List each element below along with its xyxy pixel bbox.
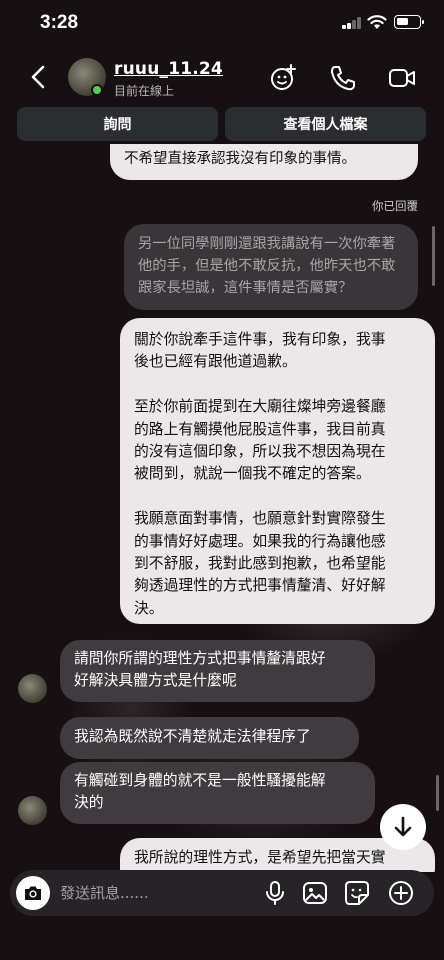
username[interactable]: ruuu_11.24	[114, 59, 223, 79]
view-profile-button[interactable]: 查看個人檔案	[225, 107, 426, 141]
scrollbar-thumb[interactable]	[432, 226, 435, 286]
sender-avatar[interactable]	[18, 674, 47, 703]
presence-status: 目前在線上	[114, 84, 175, 98]
message-composer	[10, 870, 434, 916]
their-message-bubble[interactable]: 我認為既然說不清楚就走法律程序了	[60, 717, 359, 759]
sticker-icon[interactable]	[344, 880, 370, 906]
gallery-icon[interactable]	[302, 880, 328, 906]
microphone-icon[interactable]	[262, 880, 288, 906]
battery-icon	[394, 15, 424, 29]
my-message-bubble-long[interactable]: 關於你說牽手這件事，我有印象，我事 後也已經有跟他道過歉。 至於你前面提到在大廟…	[120, 318, 435, 624]
message-list[interactable]: 不希望直接承認我沒有印象的事情。 你已回覆 另一位同學剛剛還跟我講說有一次你牽著…	[0, 144, 444, 872]
message-input[interactable]	[60, 878, 260, 908]
scroll-to-bottom-button[interactable]	[380, 804, 426, 850]
wifi-icon	[367, 15, 387, 29]
add-effect-icon[interactable]	[269, 64, 297, 92]
their-message-bubble[interactable]: 請問你所謂的理性方式把事情釐清跟好 好解決具體方式是什麼呢	[60, 640, 375, 702]
camera-button[interactable]	[16, 876, 50, 910]
cellular-signal-icon	[342, 17, 362, 29]
camera-icon	[25, 886, 41, 900]
my-message-bubble-cut[interactable]: 不希望直接承認我沒有印象的事情。	[110, 144, 418, 180]
profile-actions: 詢問 查看個人檔案	[0, 106, 444, 144]
ask-button[interactable]: 詢問	[17, 107, 218, 141]
battery-level	[397, 18, 408, 25]
phone-icon[interactable]	[329, 64, 357, 92]
back-chevron-icon[interactable]	[26, 63, 52, 91]
sender-avatar[interactable]	[18, 796, 47, 825]
scrollbar-thumb[interactable]	[436, 775, 439, 811]
their-message-bubble[interactable]: 有觸碰到身體的就不是一般性騷擾能解 決的	[60, 762, 375, 824]
home-indicator-area	[0, 916, 444, 960]
video-camera-icon[interactable]	[388, 64, 416, 92]
plus-circle-icon[interactable]	[388, 880, 414, 906]
arrow-down-icon	[394, 816, 412, 837]
reply-indicator: 你已回覆	[372, 199, 418, 213]
quoted-message-bubble[interactable]: 另一位同學剛剛還跟我講說有一次你牽著 他的手，但是他不敢反抗，他昨天也不敢 跟家…	[124, 224, 418, 310]
status-bar: 3:28	[0, 0, 444, 48]
status-time: 3:28	[40, 12, 79, 33]
online-status-dot	[91, 84, 103, 96]
chat-header: ruuu_11.24 目前在線上	[0, 48, 444, 106]
